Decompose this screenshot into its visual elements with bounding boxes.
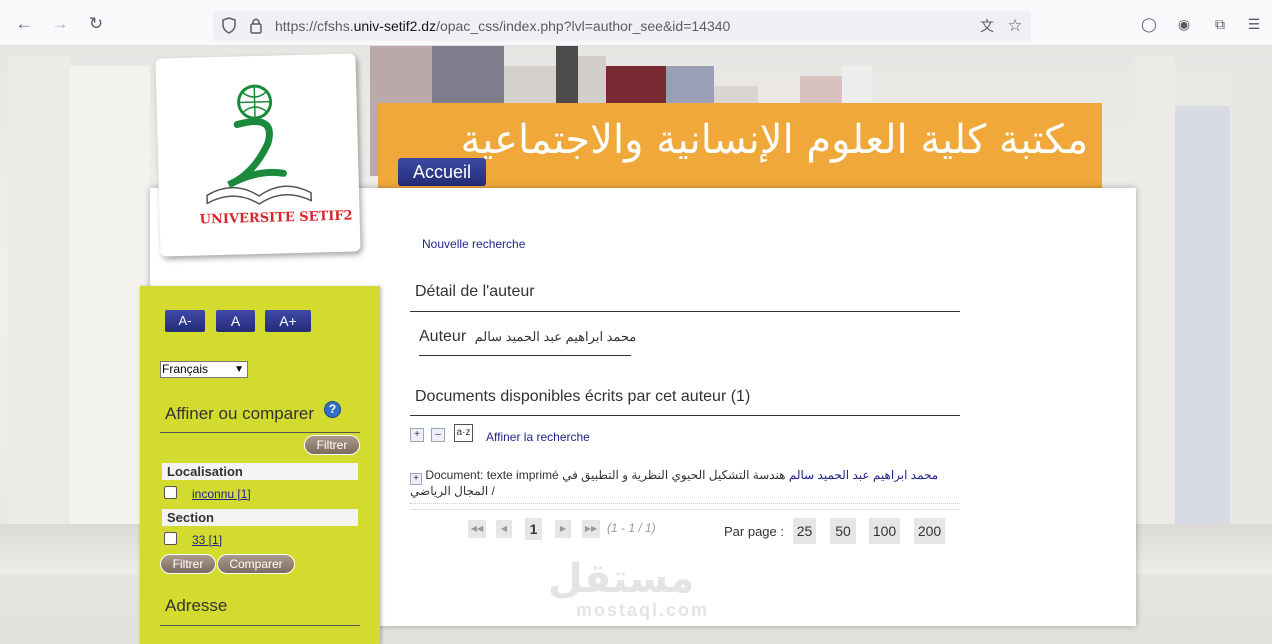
divider bbox=[410, 509, 960, 510]
divider bbox=[419, 355, 631, 356]
address-bar[interactable]: https://cfshs.univ-setif2.dz/opac_css/in… bbox=[213, 11, 1031, 41]
menu-icon[interactable]: ☰ bbox=[1245, 15, 1263, 33]
refine-search-link[interactable]: Affiner la recherche bbox=[486, 430, 590, 444]
document-record: + Document: texte imprimé محمد ابراهيم ع… bbox=[410, 467, 955, 499]
help-icon[interactable]: ? bbox=[324, 401, 341, 418]
filter-button-2[interactable]: Filtrer bbox=[160, 554, 216, 574]
collapse-all-icon[interactable]: – bbox=[431, 428, 445, 442]
last-page-icon[interactable]: ▶▶ bbox=[582, 520, 600, 538]
banner-title: مكتبة كلية العلوم الإنسانية والاجتماعية bbox=[460, 117, 1088, 163]
expand-record-icon[interactable]: + bbox=[410, 473, 422, 485]
logo-text: UNIVERSITE SETIF2 bbox=[199, 208, 353, 228]
chevron-down-icon: ▼ bbox=[234, 364, 244, 375]
font-larger-button[interactable]: A+ bbox=[265, 310, 311, 332]
facet-heading-section: Section bbox=[162, 509, 358, 526]
documents-heading: Documents disponibles écrits par cet aut… bbox=[415, 388, 751, 405]
address-heading: Adresse bbox=[165, 596, 228, 615]
url-domain: univ-setif2.dz bbox=[353, 18, 437, 34]
url-prefix: https://cfshs. bbox=[275, 18, 354, 34]
divider bbox=[160, 625, 360, 626]
filter-button[interactable]: Filtrer bbox=[304, 435, 360, 455]
forward-icon[interactable]: → bbox=[50, 14, 70, 34]
language-select[interactable]: Français ▼ bbox=[160, 361, 248, 378]
library-banner: مكتبة كلية العلوم الإنسانية والاجتماعية bbox=[378, 103, 1102, 197]
compare-button[interactable]: Comparer bbox=[217, 554, 295, 574]
per-page-100[interactable]: 100 bbox=[869, 518, 900, 544]
account-icon[interactable]: ◉ bbox=[1175, 15, 1193, 33]
per-page-label: Par page : bbox=[724, 524, 784, 539]
lock-icon[interactable] bbox=[249, 17, 263, 34]
per-page-200[interactable]: 200 bbox=[914, 518, 945, 544]
author-row: Auteur محمد ابراهيم عبد الحميد سالم bbox=[419, 328, 636, 346]
watermark-arabic: مستقل bbox=[548, 556, 695, 602]
font-normal-button[interactable]: A bbox=[216, 310, 255, 332]
page-range: (1 - 1 / 1) bbox=[607, 521, 656, 535]
author-detail-heading: Détail de l'auteur bbox=[415, 283, 535, 300]
expand-all-icon[interactable]: + bbox=[410, 428, 424, 442]
next-page-icon[interactable]: ▶ bbox=[555, 520, 571, 538]
author-name: محمد ابراهيم عبد الحميد سالم bbox=[474, 329, 637, 344]
per-page-25[interactable]: 25 bbox=[793, 518, 816, 544]
university-logo[interactable]: UNIVERSITE SETIF2 bbox=[155, 53, 361, 257]
accueil-button[interactable]: Accueil bbox=[398, 158, 486, 186]
bookmark-star-icon[interactable]: ☆ bbox=[1006, 17, 1024, 35]
divider bbox=[410, 503, 960, 504]
reload-icon[interactable]: ↻ bbox=[86, 14, 106, 34]
sort-icon[interactable]: a·z bbox=[454, 424, 473, 442]
document-type: Document: texte imprimé bbox=[425, 468, 559, 482]
content-panel bbox=[380, 197, 1125, 617]
facet-heading-localisation: Localisation bbox=[162, 463, 358, 480]
url-text[interactable]: https://cfshs.univ-setif2.dz/opac_css/in… bbox=[275, 18, 730, 34]
browser-toolbar: ← → ↻ https://cfshs.univ-setif2.dz/opac_… bbox=[0, 0, 1272, 46]
document-author-link[interactable]: محمد ابراهيم عبد الحميد سالم bbox=[789, 468, 938, 482]
pocket-icon[interactable]: ◯ bbox=[1140, 15, 1158, 33]
shield-icon[interactable] bbox=[222, 17, 236, 34]
url-path: /opac_css/index.php?lvl=author_see&id=14… bbox=[436, 18, 731, 34]
facet-checkbox-section[interactable] bbox=[164, 532, 177, 545]
sidebar: A- A A+ Français ▼ Affiner ou comparer ?… bbox=[140, 286, 380, 644]
divider bbox=[410, 311, 960, 312]
watermark-latin: mostaql.com bbox=[576, 600, 710, 620]
divider bbox=[410, 415, 960, 416]
font-smaller-button[interactable]: A- bbox=[165, 310, 205, 332]
prev-page-icon[interactable]: ◀ bbox=[496, 520, 512, 538]
per-page-50[interactable]: 50 bbox=[830, 518, 856, 544]
translate-icon[interactable]: 文 bbox=[978, 17, 996, 35]
author-label: Auteur bbox=[419, 328, 467, 345]
university-emblem-icon bbox=[206, 84, 312, 205]
facet-checkbox-localisation[interactable] bbox=[164, 486, 177, 499]
refine-heading: Affiner ou comparer bbox=[165, 404, 314, 423]
facet-link-inconnu[interactable]: inconnu [1] bbox=[192, 487, 251, 501]
extensions-icon[interactable]: ⧉ bbox=[1211, 15, 1229, 33]
back-icon[interactable]: ← bbox=[14, 14, 34, 34]
language-select-value: Français bbox=[162, 362, 209, 376]
current-page: 1 bbox=[525, 518, 542, 540]
new-search-link[interactable]: Nouvelle recherche bbox=[422, 237, 525, 251]
divider bbox=[160, 432, 360, 433]
facet-link-33[interactable]: 33 [1] bbox=[192, 533, 222, 547]
first-page-icon[interactable]: ◀◀ bbox=[468, 520, 486, 538]
